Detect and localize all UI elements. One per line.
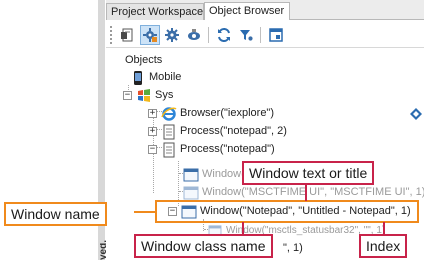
tree-item-sys-label: Sys — [155, 89, 174, 101]
window-icon — [183, 167, 199, 183]
object-icon — [121, 28, 133, 42]
mobile-icon — [130, 70, 146, 86]
expand-icon[interactable]: + — [148, 109, 157, 118]
selected-row-highlight — [155, 200, 419, 223]
callout-connector-window-name — [134, 211, 155, 213]
properties-button[interactable] — [266, 25, 286, 45]
callout-connector-index — [383, 222, 385, 234]
properties-icon — [269, 28, 283, 42]
callout-connector-window-text — [305, 183, 307, 201]
filter-button[interactable] — [236, 25, 256, 45]
tree-item-window-msctfime[interactable]: Window("MSCTFIME UI", "MSCTFIME UI", 1) — [183, 184, 424, 201]
tree-root-label: Objects — [125, 54, 163, 66]
expand-icon[interactable]: + — [148, 127, 157, 136]
callout-index: Index — [359, 234, 408, 258]
refresh-icon — [218, 27, 230, 43]
tree-item-process-2[interactable]: + Process("notepad", 2) — [148, 123, 287, 140]
callout-window-text: Window text or title — [242, 161, 375, 185]
toolbar-grip[interactable] — [110, 26, 112, 44]
process-icon — [161, 142, 177, 158]
browser-icon — [161, 106, 177, 122]
tree-item-window-top[interactable]: Window( — [183, 166, 245, 183]
settings-icon — [165, 28, 179, 42]
highlight-icon — [188, 29, 200, 40]
filter-icon — [240, 30, 254, 42]
tree-item-window-msctfime-label: Window("MSCTFIME UI", "MSCTFIME UI", 1) — [202, 186, 424, 198]
collapse-icon[interactable]: − — [123, 91, 132, 100]
tree-item-process-notepad-label: Process("notepad") — [180, 143, 275, 155]
collapse-icon[interactable]: − — [148, 145, 157, 154]
object-tree: Objects Mobile − Sys + Browser("iexplore… — [106, 49, 424, 260]
tree-item-window-top-label: Window( — [202, 168, 245, 180]
tree-item-browser[interactable]: + Browser("iexplore") — [148, 105, 274, 122]
tab-project-workspace[interactable]: Project Workspace — [106, 3, 204, 20]
highlight-button[interactable] — [184, 25, 204, 45]
refresh-button[interactable] — [214, 25, 234, 45]
callout-window-class: Window class name — [134, 234, 273, 258]
mapped-objects-icon — [143, 28, 157, 42]
tree-item-sys[interactable]: − Sys — [123, 87, 173, 104]
tree-root-objects[interactable]: Objects — [125, 52, 162, 69]
mapped-objects-button[interactable] — [140, 25, 160, 45]
toolbar — [106, 22, 424, 48]
toolbar-separator-2 — [260, 27, 261, 43]
tree-item-process-2-label: Process("notepad", 2) — [180, 125, 287, 137]
window-icon — [183, 185, 199, 201]
tree-item-window-bottom[interactable]: ", 1) — [283, 240, 303, 257]
toolbar-separator — [208, 27, 209, 43]
windows-flag-icon — [136, 88, 152, 104]
tree-item-mobile[interactable]: Mobile — [130, 69, 181, 86]
tree-item-browser-label: Browser("iexplore") — [180, 107, 274, 119]
tree-item-window-bottom-label: ", 1) — [283, 242, 303, 254]
settings-button[interactable] — [162, 25, 182, 45]
tree-item-mobile-label: Mobile — [149, 71, 182, 83]
callout-window-name: Window name — [4, 202, 107, 226]
tree-item-process-notepad[interactable]: − Process("notepad") — [148, 141, 275, 158]
object-button[interactable] — [118, 25, 138, 45]
tab-object-browser[interactable]: Object Browser — [204, 2, 290, 20]
diamond-nav-icon[interactable] — [410, 108, 422, 120]
tab-bar: Project Workspace Object Browser — [106, 0, 424, 20]
process-icon — [161, 124, 177, 140]
callout-connector-window-class — [242, 222, 244, 234]
